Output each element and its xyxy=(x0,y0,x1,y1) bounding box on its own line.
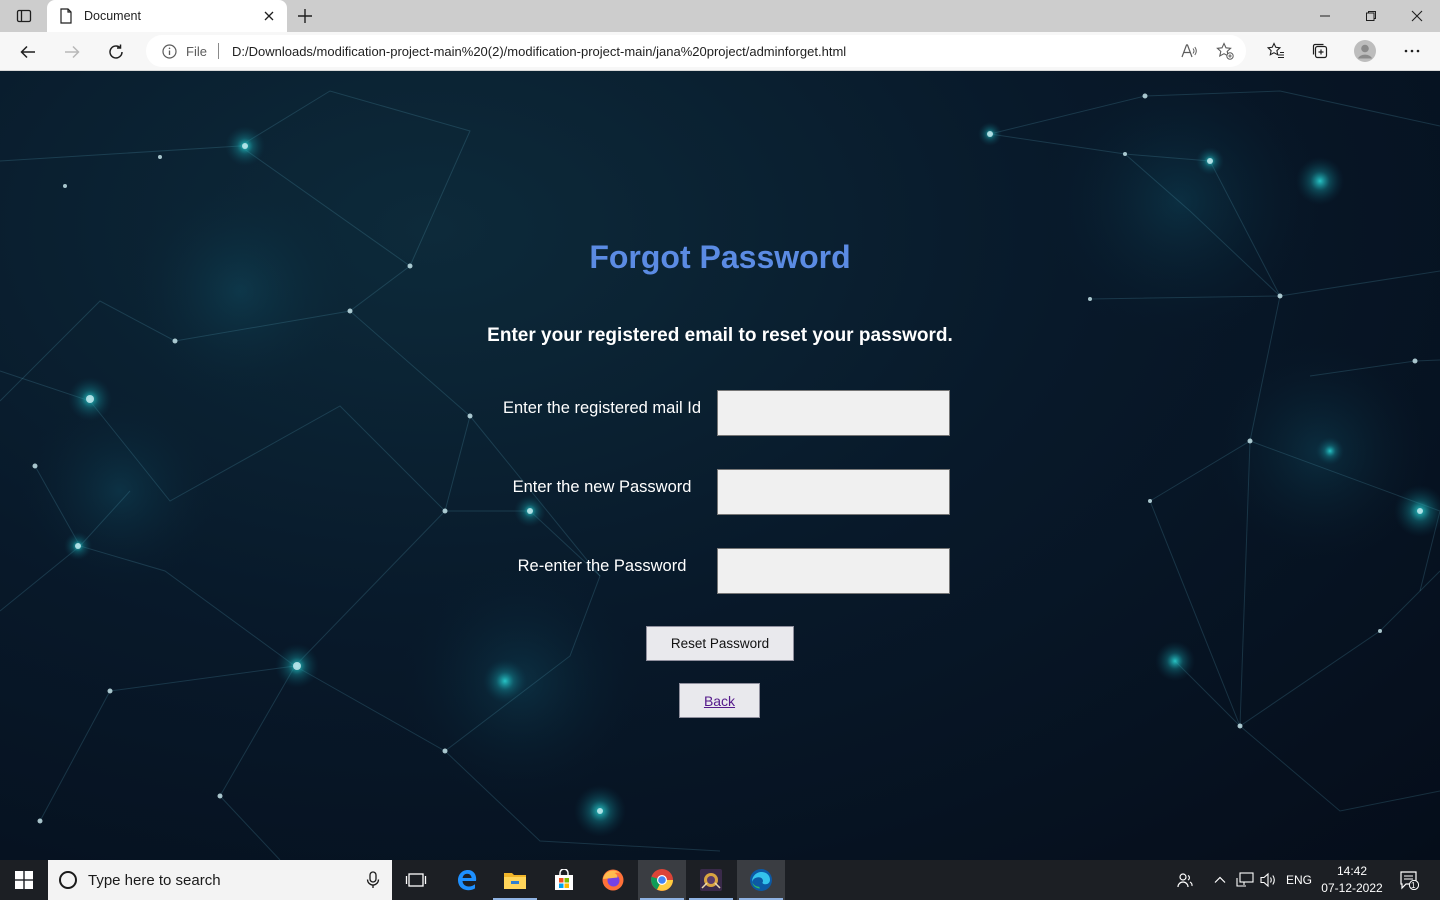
microsoft-store-icon[interactable] xyxy=(540,860,588,900)
page-title: Forgot Password xyxy=(589,239,851,275)
search-placeholder: Type here to search xyxy=(88,872,221,889)
file-explorer-icon[interactable] xyxy=(491,860,539,900)
email-field[interactable] xyxy=(717,390,950,436)
restore-icon[interactable] xyxy=(1348,0,1394,32)
chrome-icon[interactable] xyxy=(638,860,686,900)
task-view-icon[interactable] xyxy=(392,860,440,900)
forward-arrow-icon[interactable] xyxy=(58,38,86,66)
windows-start-icon[interactable] xyxy=(0,860,48,900)
taskbar: Type here to search ENG 14:42 07-12-2022… xyxy=(0,860,1440,900)
edge-browser-icon[interactable] xyxy=(737,860,785,900)
browser-tab-bar: Document xyxy=(0,0,1440,32)
notification-center-icon[interactable]: 1 xyxy=(1394,860,1424,900)
new-tab-icon[interactable] xyxy=(295,6,315,26)
microphone-icon[interactable] xyxy=(366,871,380,889)
network-background xyxy=(0,71,1440,860)
confirm-password-label: Re-enter the Password xyxy=(517,557,687,575)
new-password-field[interactable] xyxy=(717,469,950,515)
language-indicator[interactable]: ENG xyxy=(1284,860,1314,900)
url-text[interactable]: D:/Downloads/modification-project-main%2… xyxy=(232,44,846,59)
back-link[interactable]: Back xyxy=(704,693,735,709)
back-button[interactable]: Back xyxy=(679,683,760,718)
read-aloud-icon[interactable] xyxy=(1180,42,1198,60)
close-window-icon[interactable] xyxy=(1394,0,1440,32)
add-favorite-icon[interactable] xyxy=(1216,42,1234,60)
close-tab-icon[interactable] xyxy=(261,8,277,24)
page-content: Forgot Password Enter your registered em… xyxy=(0,71,1440,860)
clock-time: 14:42 xyxy=(1336,864,1368,878)
info-icon[interactable] xyxy=(162,44,177,59)
minimize-icon[interactable] xyxy=(1302,0,1348,32)
volume-icon[interactable] xyxy=(1258,860,1280,900)
more-options-icon[interactable] xyxy=(1401,40,1423,62)
address-divider xyxy=(218,43,219,59)
back-arrow-icon[interactable] xyxy=(14,38,42,66)
game-app-icon[interactable] xyxy=(687,860,735,900)
refresh-icon[interactable] xyxy=(102,38,130,66)
confirm-password-field[interactable] xyxy=(717,548,950,594)
language-text: ENG xyxy=(1285,873,1312,887)
favorites-icon[interactable] xyxy=(1265,40,1287,62)
edge-legacy-icon[interactable] xyxy=(443,860,491,900)
chevron-up-icon[interactable] xyxy=(1210,860,1230,900)
collections-icon[interactable] xyxy=(1309,40,1331,62)
reset-password-button[interactable]: Reset Password xyxy=(646,626,794,661)
address-bar[interactable]: File D:/Downloads/modification-project-m… xyxy=(146,35,1246,67)
browser-tab[interactable]: Document xyxy=(47,0,287,32)
address-toolbar: File D:/Downloads/modification-project-m… xyxy=(0,32,1440,71)
email-label: Enter the registered mail Id xyxy=(502,399,702,417)
notification-count: 1 xyxy=(1411,881,1416,890)
network-icon[interactable] xyxy=(1234,860,1256,900)
firefox-icon[interactable] xyxy=(589,860,637,900)
tab-actions-icon[interactable] xyxy=(8,4,40,28)
taskbar-search-box[interactable]: Type here to search xyxy=(48,860,392,900)
tab-title: Document xyxy=(84,9,141,23)
profile-avatar-icon[interactable] xyxy=(1354,40,1376,62)
document-icon xyxy=(60,8,72,24)
taskbar-clock[interactable]: 14:42 07-12-2022 xyxy=(1316,863,1388,897)
new-password-label: Enter the new Password xyxy=(512,478,692,496)
clock-date: 07-12-2022 xyxy=(1321,881,1383,895)
cortana-icon xyxy=(59,871,77,889)
people-icon[interactable] xyxy=(1172,860,1198,900)
page-subtitle: Enter your registered email to reset you… xyxy=(487,325,953,346)
address-scheme: File xyxy=(186,44,207,59)
